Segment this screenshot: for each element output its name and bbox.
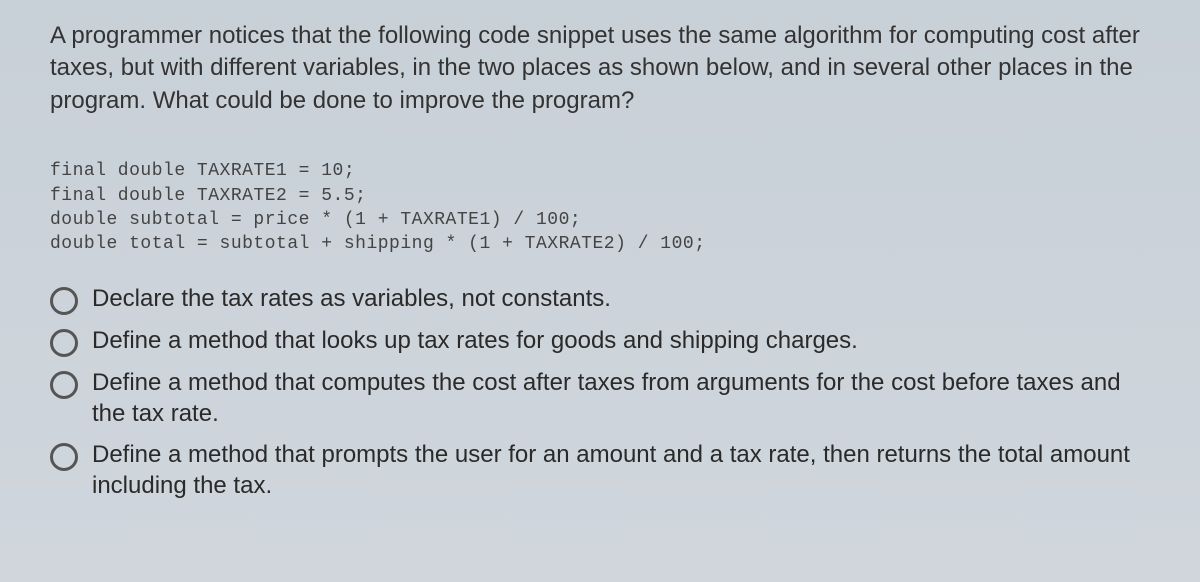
option-label: Define a method that looks up tax rates … (92, 325, 858, 356)
option-label: Declare the tax rates as variables, not … (92, 283, 611, 314)
radio-icon[interactable] (50, 329, 78, 357)
code-line: double total = subtotal + shipping * (1 … (50, 234, 706, 254)
option-label: Define a method that prompts the user fo… (92, 439, 1150, 501)
radio-icon[interactable] (50, 371, 78, 399)
question-prompt: A programmer notices that the following … (50, 20, 1150, 117)
code-snippet: final double TAXRATE1 = 10; final double… (50, 135, 1150, 256)
answer-options: Declare the tax rates as variables, not … (50, 283, 1150, 502)
option-b[interactable]: Define a method that looks up tax rates … (50, 325, 1150, 357)
code-line: final double TAXRATE1 = 10; (50, 161, 355, 181)
code-line: double subtotal = price * (1 + TAXRATE1)… (50, 210, 581, 230)
code-line: final double TAXRATE2 = 5.5; (50, 186, 366, 206)
radio-icon[interactable] (50, 443, 78, 471)
option-c[interactable]: Define a method that computes the cost a… (50, 367, 1150, 429)
radio-icon[interactable] (50, 287, 78, 315)
option-a[interactable]: Declare the tax rates as variables, not … (50, 283, 1150, 315)
option-d[interactable]: Define a method that prompts the user fo… (50, 439, 1150, 501)
option-label: Define a method that computes the cost a… (92, 367, 1150, 429)
